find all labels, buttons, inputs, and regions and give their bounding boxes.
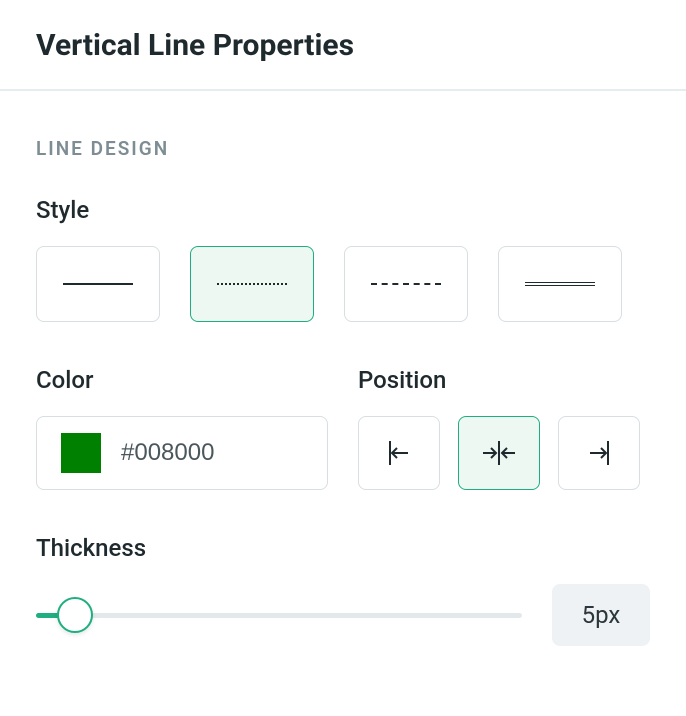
style-option-double[interactable] bbox=[498, 246, 622, 322]
align-right-icon bbox=[584, 438, 614, 468]
slider-thumb[interactable] bbox=[57, 597, 93, 633]
color-input[interactable] bbox=[36, 416, 328, 490]
position-option-right[interactable] bbox=[558, 416, 640, 490]
dotted-line-icon bbox=[217, 283, 287, 285]
dashed-line-icon bbox=[371, 283, 441, 285]
slider-track bbox=[36, 613, 522, 618]
align-center-icon bbox=[479, 438, 519, 468]
position-group: Position bbox=[358, 366, 650, 490]
thickness-control: 5px bbox=[36, 584, 650, 646]
color-group: Color bbox=[36, 366, 328, 490]
position-options-group bbox=[358, 416, 650, 490]
style-option-dashed[interactable] bbox=[344, 246, 468, 322]
position-option-center[interactable] bbox=[458, 416, 540, 490]
solid-line-icon bbox=[63, 283, 133, 285]
field-label-thickness: Thickness bbox=[36, 534, 650, 562]
panel-header: Vertical Line Properties bbox=[0, 0, 686, 91]
color-hex-field[interactable] bbox=[119, 438, 259, 468]
section-label-line-design: LINE DESIGN bbox=[36, 137, 650, 160]
field-label-style: Style bbox=[36, 196, 650, 224]
thickness-value-badge: 5px bbox=[552, 584, 650, 646]
style-options-group bbox=[36, 246, 650, 322]
field-label-position: Position bbox=[358, 366, 650, 394]
panel-title: Vertical Line Properties bbox=[36, 28, 650, 63]
style-option-solid[interactable] bbox=[36, 246, 160, 322]
align-left-icon bbox=[384, 438, 414, 468]
double-line-icon bbox=[525, 282, 595, 286]
style-option-dotted[interactable] bbox=[190, 246, 314, 322]
panel-body: LINE DESIGN Style Color bbox=[0, 91, 686, 682]
color-swatch[interactable] bbox=[61, 433, 101, 473]
thickness-slider[interactable] bbox=[36, 595, 522, 635]
properties-panel: Vertical Line Properties LINE DESIGN Sty… bbox=[0, 0, 686, 682]
field-label-color: Color bbox=[36, 366, 328, 394]
position-option-left[interactable] bbox=[358, 416, 440, 490]
